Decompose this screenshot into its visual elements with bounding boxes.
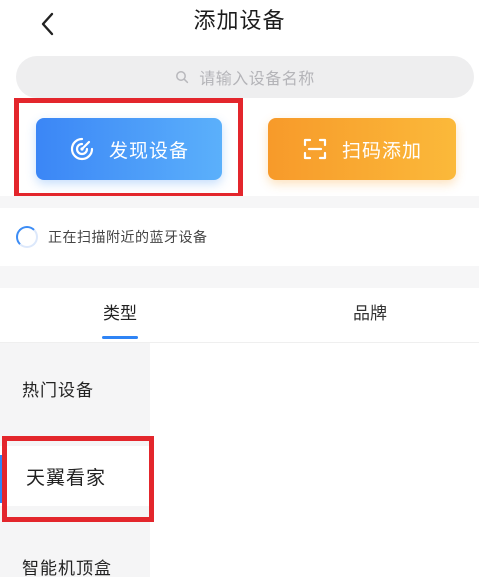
tab-type[interactable]: 类型: [70, 294, 170, 340]
scan-add-button[interactable]: 扫码添加: [268, 118, 456, 180]
scan-add-label: 扫码添加: [341, 139, 422, 162]
category-smart-set-top-box[interactable]: 智能机顶盒: [0, 536, 150, 577]
search-input[interactable]: 请输入设备名称: [16, 56, 474, 98]
top-bar: 添加设备: [0, 0, 479, 50]
category-sidebar: 热门设备 天翼看家 智能机顶盒: [0, 343, 150, 577]
selected-category-indicator: [0, 455, 4, 503]
loading-spinner-icon: [16, 226, 38, 248]
discover-device-label: 发现设备: [108, 139, 189, 162]
category-hot-devices[interactable]: 热门设备: [0, 358, 150, 418]
bluetooth-scan-status: 正在扫描附近的蓝牙设备: [0, 208, 479, 266]
radar-scan-icon: [70, 137, 94, 161]
search-placeholder: 请输入设备名称: [199, 69, 315, 88]
page-title: 添加设备: [193, 9, 286, 34]
tab-brand[interactable]: 品牌: [320, 294, 420, 340]
active-tab-indicator: [102, 336, 138, 339]
category-tianyi-kanjia[interactable]: 天翼看家: [0, 446, 150, 506]
section-divider: [0, 266, 479, 288]
qr-scan-icon: [303, 138, 327, 160]
discover-device-button[interactable]: 发现设备: [36, 118, 222, 180]
section-divider: [0, 196, 479, 208]
search-icon: [176, 71, 189, 84]
scan-status-text: 正在扫描附近的蓝牙设备: [48, 230, 208, 246]
